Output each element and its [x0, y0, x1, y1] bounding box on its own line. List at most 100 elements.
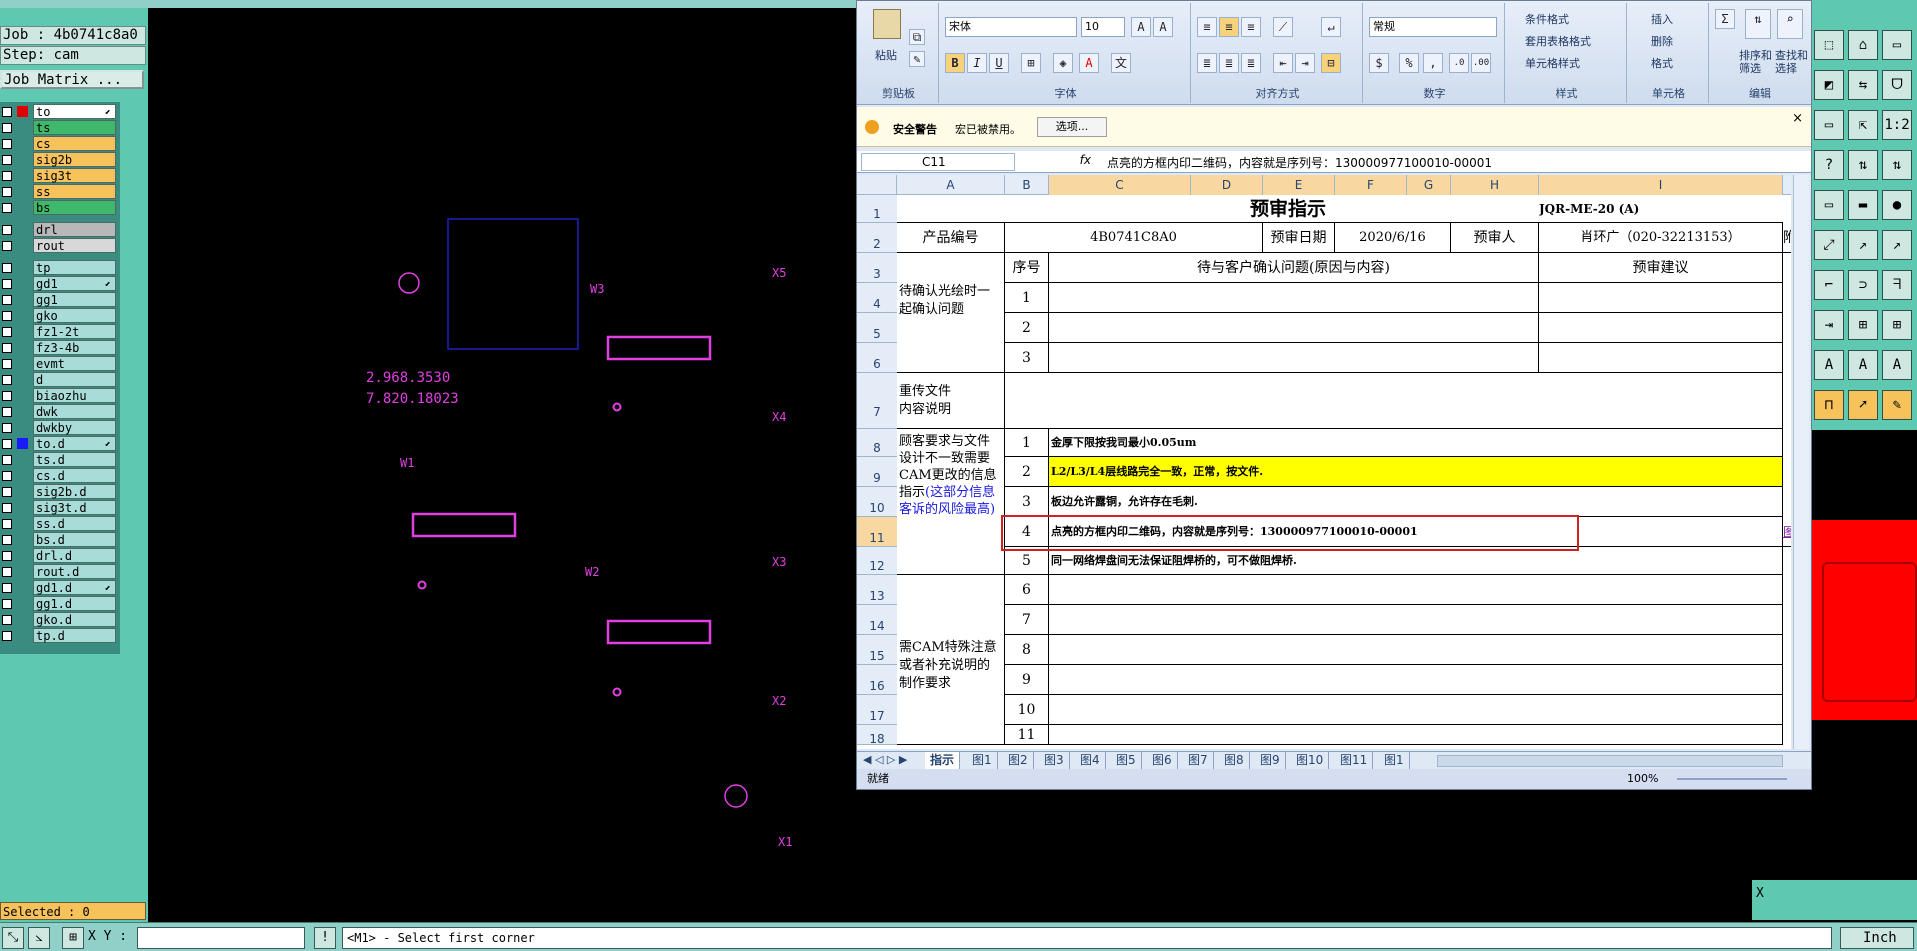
- xy-input[interactable]: [137, 927, 305, 949]
- function-icon[interactable]: fx: [1017, 153, 1097, 171]
- requirement-cell[interactable]: [1049, 695, 1783, 725]
- tool-button-icon[interactable]: ●: [1882, 190, 1912, 220]
- layer-checkbox[interactable]: [2, 567, 12, 577]
- layer-checkbox[interactable]: [2, 123, 12, 133]
- layer-checkbox[interactable]: [2, 391, 12, 401]
- border-icon[interactable]: ⊞: [1021, 53, 1041, 73]
- sheet-tab[interactable]: 图10: [1291, 752, 1330, 770]
- select-all-corner[interactable]: [857, 175, 897, 195]
- sheet-tab[interactable]: 图4: [1075, 752, 1106, 770]
- layer-name[interactable]: ss: [33, 184, 116, 199]
- tool-button-icon[interactable]: ✎: [1882, 390, 1912, 420]
- requirement-cell[interactable]: [1049, 725, 1783, 745]
- row-header[interactable]: 2: [857, 223, 897, 253]
- tool-button-icon[interactable]: A: [1848, 350, 1878, 380]
- layer-checkbox[interactable]: [2, 583, 12, 593]
- layer-row[interactable]: sig2b.d: [0, 484, 118, 499]
- align-center-icon[interactable]: ≣: [1219, 53, 1239, 73]
- requirement-cell[interactable]: [1049, 605, 1783, 635]
- tool-button-icon[interactable]: ⊃: [1848, 270, 1878, 300]
- layer-checkbox[interactable]: [2, 171, 12, 181]
- italic-icon[interactable]: I: [967, 53, 987, 73]
- tool-button-icon[interactable]: ⇥: [1814, 310, 1844, 340]
- tool-button-icon[interactable]: ᗜ: [1882, 70, 1912, 100]
- layer-name[interactable]: sig2b: [33, 152, 116, 167]
- layer-checkbox[interactable]: [2, 599, 12, 609]
- sheet-tab[interactable]: 图5: [1111, 752, 1142, 770]
- sheet-tab[interactable]: 指示: [925, 752, 961, 770]
- layer-row[interactable]: tp.d: [0, 628, 118, 643]
- layer-row[interactable]: ss: [0, 184, 118, 199]
- paste-label[interactable]: 粘贴: [875, 47, 897, 63]
- layer-name[interactable]: ss.d: [33, 516, 116, 531]
- seq-number[interactable]: 9: [1005, 665, 1049, 695]
- layer-row[interactable]: sig3t: [0, 168, 118, 183]
- hyperlink-cell[interactable]: 图1!A1: [1783, 517, 1791, 547]
- orientation-icon[interactable]: ⟋: [1273, 17, 1293, 37]
- reupload-content[interactable]: [1005, 373, 1783, 429]
- column-header[interactable]: F: [1335, 175, 1407, 195]
- conditional-format-button[interactable]: 条件格式: [1525, 11, 1569, 27]
- layer-row[interactable]: cs: [0, 136, 118, 151]
- sheet-tab[interactable]: 图6: [1147, 752, 1178, 770]
- layer-checkbox[interactable]: [2, 519, 12, 529]
- tool-button-icon[interactable]: ⇅: [1848, 150, 1878, 180]
- layer-name[interactable]: drl.d: [33, 548, 116, 563]
- layer-row[interactable]: cs.d: [0, 468, 118, 483]
- row-header[interactable]: 10: [857, 487, 897, 517]
- prompt-info-icon[interactable]: !: [314, 927, 336, 949]
- tool-button-icon[interactable]: ⬚: [1814, 30, 1844, 60]
- font-size-select[interactable]: 10: [1081, 17, 1125, 37]
- tab-nav-icon[interactable]: ◀ ◁ ▷ ▶: [863, 753, 907, 766]
- layer-name[interactable]: to ⬋: [33, 104, 116, 119]
- reupload-label[interactable]: 重传文件 内容说明: [897, 373, 1005, 429]
- layer-name[interactable]: cs: [33, 136, 116, 151]
- tool-button-icon[interactable]: ⊞: [1848, 310, 1878, 340]
- row-header[interactable]: 18: [857, 725, 897, 746]
- font-grow-icon[interactable]: A: [1131, 17, 1151, 37]
- sort-filter-label[interactable]: 排序和 筛选: [1739, 49, 1772, 75]
- layer-row[interactable]: d: [0, 372, 118, 387]
- layer-row[interactable]: tp: [0, 260, 118, 275]
- layer-name[interactable]: gko.d: [33, 612, 116, 627]
- column-header[interactable]: G: [1407, 175, 1451, 195]
- seq-number[interactable]: 3: [1005, 343, 1049, 373]
- reviewer-label[interactable]: 预审人: [1451, 223, 1539, 253]
- copy-icon[interactable]: ⧉: [909, 29, 925, 45]
- sheet-tab[interactable]: 图2: [1003, 752, 1034, 770]
- issue-cell[interactable]: [1049, 283, 1539, 313]
- zoom-slider[interactable]: [1677, 778, 1787, 780]
- review-date[interactable]: 2020/6/16: [1335, 223, 1451, 253]
- seq-number[interactable]: 5: [1005, 547, 1049, 575]
- layer-name[interactable]: fz1-2t: [33, 324, 116, 339]
- font-shrink-icon[interactable]: A: [1153, 17, 1173, 37]
- issue-cell[interactable]: [1049, 313, 1539, 343]
- indent-increase-icon[interactable]: ⇥: [1295, 53, 1315, 73]
- seq-number[interactable]: 4: [1005, 517, 1049, 547]
- layer-row[interactable]: gko.d: [0, 612, 118, 627]
- advice-header[interactable]: 预审建议: [1539, 253, 1783, 283]
- layer-row[interactable]: drl: [0, 222, 118, 237]
- layer-row[interactable]: evmt: [0, 356, 118, 371]
- tool-button-icon[interactable]: ⤢: [1814, 230, 1844, 260]
- sheet-tab[interactable]: 图7: [1183, 752, 1214, 770]
- row-header[interactable]: 13: [857, 575, 897, 605]
- layer-name[interactable]: to.d ⬋: [33, 436, 116, 451]
- seq-number[interactable]: 6: [1005, 575, 1049, 605]
- instruction-item[interactable]: L2/L3/L4层线路完全一致，正常，按文件.: [1049, 457, 1783, 487]
- sheet-tab[interactable]: 图11: [1335, 752, 1374, 770]
- seq-number[interactable]: 3: [1005, 487, 1049, 517]
- row-header[interactable]: 17: [857, 695, 897, 725]
- layer-row[interactable]: fz3-4b: [0, 340, 118, 355]
- seq-number[interactable]: 2: [1005, 457, 1049, 487]
- vertical-scrollbar[interactable]: [1793, 175, 1809, 749]
- row-header[interactable]: 7: [857, 373, 897, 429]
- align-bottom-icon[interactable]: ≡: [1241, 17, 1261, 37]
- layer-row[interactable]: gg1: [0, 292, 118, 307]
- tool-button-icon[interactable]: ▬: [1848, 190, 1878, 220]
- layer-checkbox[interactable]: [2, 203, 12, 213]
- layer-checkbox[interactable]: [2, 439, 12, 449]
- row-header[interactable]: 14: [857, 605, 897, 635]
- layer-row[interactable]: sig3t.d: [0, 500, 118, 515]
- layer-checkbox[interactable]: [2, 155, 12, 165]
